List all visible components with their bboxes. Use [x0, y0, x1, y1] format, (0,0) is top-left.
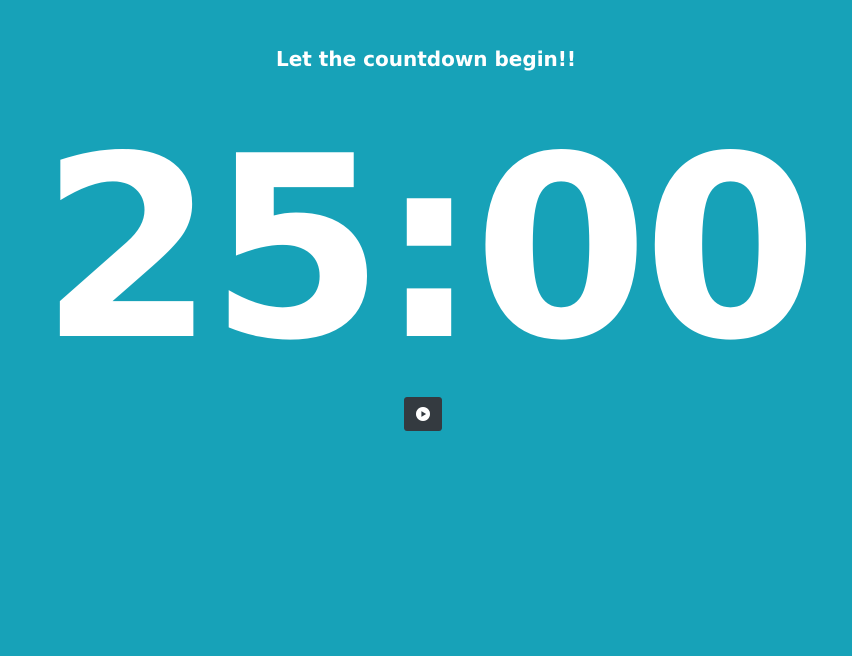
pomodoro-app: Let the countdown begin!! 25:00 [0, 0, 852, 656]
play-button[interactable] [404, 397, 442, 431]
page-heading: Let the countdown begin!! [275, 47, 577, 71]
timer-display: 25:00 [39, 103, 818, 396]
play-circle-icon [416, 407, 430, 421]
